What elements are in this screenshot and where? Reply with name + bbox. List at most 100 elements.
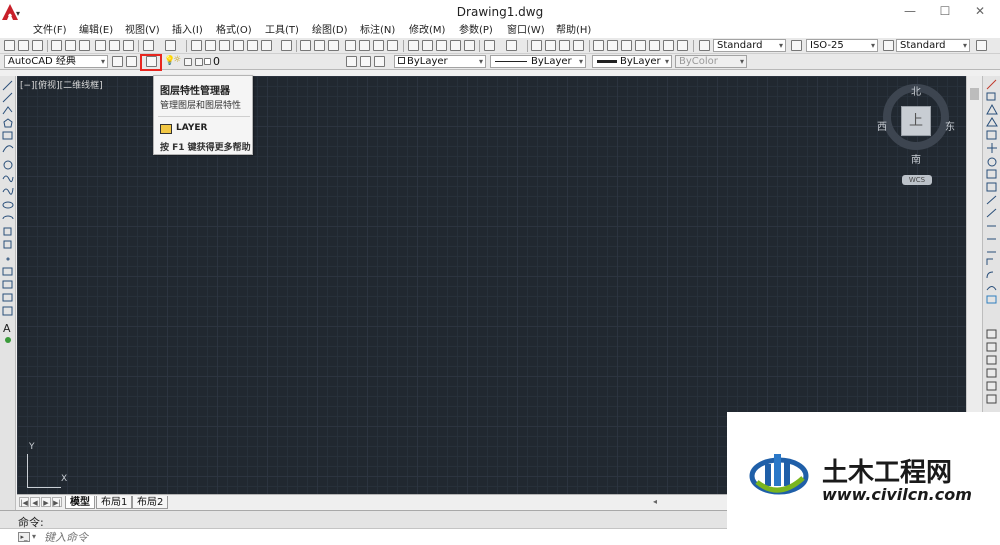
paste-icon[interactable]: [123, 40, 134, 51]
workspace-select[interactable]: AutoCAD 经典 ▾: [4, 55, 108, 68]
lineweight-select[interactable]: ByLayer ▾: [592, 55, 672, 68]
undo-icon[interactable]: [484, 40, 495, 51]
text-style-select[interactable]: Standard ▾: [713, 39, 786, 52]
make-current-layer-icon[interactable]: [346, 56, 357, 67]
menu-format[interactable]: 格式(O): [216, 24, 252, 38]
zoom-icon[interactable]: [205, 40, 216, 51]
menu-parametric[interactable]: 参数(P): [459, 24, 493, 38]
dim-style-select[interactable]: ISO-25 ▾: [806, 39, 878, 52]
tab-layout2[interactable]: 布局2: [132, 496, 169, 509]
paste-icon[interactable]: [436, 40, 447, 51]
match-properties-icon[interactable]: [450, 40, 461, 51]
close-button[interactable]: ✕: [965, 2, 995, 20]
my-workspace-icon[interactable]: [126, 56, 137, 67]
polygon-icon: [3, 118, 13, 128]
menu-edit[interactable]: 编辑(E): [79, 24, 113, 38]
menu-modify[interactable]: 修改(M): [409, 24, 445, 38]
open-icon[interactable]: [314, 40, 325, 51]
tab-model[interactable]: 模型: [65, 496, 95, 509]
compass-west[interactable]: 西: [877, 118, 887, 133]
menu-draw[interactable]: 绘图(D): [312, 24, 348, 38]
menu-file[interactable]: 文件(F): [33, 24, 67, 38]
calculator-icon[interactable]: [663, 40, 674, 51]
zoom-previous-icon[interactable]: [573, 40, 584, 51]
table-style-select[interactable]: Standard ▾: [896, 39, 970, 52]
compass-east[interactable]: 东: [945, 118, 955, 133]
lock-icon[interactable]: [195, 58, 203, 66]
tool-palettes-icon[interactable]: [621, 40, 632, 51]
chevron-down-icon[interactable]: ▾: [32, 532, 36, 541]
sheet-set-icon[interactable]: [261, 40, 272, 51]
workspace-value: AutoCAD 经典: [8, 56, 76, 67]
linetype-select[interactable]: ByLayer ▾: [490, 55, 586, 68]
open-icon[interactable]: [18, 40, 29, 51]
menu-window[interactable]: 窗口(W): [507, 24, 545, 38]
compass-north[interactable]: 北: [911, 83, 921, 98]
preview-icon[interactable]: [65, 40, 76, 51]
cut-icon[interactable]: [408, 40, 419, 51]
scroll-left-icon[interactable]: ◂: [653, 497, 657, 506]
block-editor-icon[interactable]: [464, 40, 475, 51]
preview-icon[interactable]: [359, 40, 370, 51]
save-icon[interactable]: [328, 40, 339, 51]
ucs-y-label: Y: [29, 442, 35, 452]
pan-icon[interactable]: [531, 40, 542, 51]
menu-view[interactable]: 视图(V): [125, 24, 160, 38]
undo-icon[interactable]: [143, 40, 154, 51]
layer-previous-icon[interactable]: [360, 56, 371, 67]
sheet-set-icon[interactable]: [635, 40, 646, 51]
pan-icon[interactable]: [191, 40, 202, 51]
menu-tools[interactable]: 工具(T): [265, 24, 299, 38]
layer-state-icon[interactable]: [374, 56, 385, 67]
help-icon[interactable]: [281, 40, 292, 51]
markup-icon[interactable]: [649, 40, 660, 51]
vertical-scroll-thumb[interactable]: [970, 88, 979, 100]
new-icon[interactable]: [300, 40, 311, 51]
menu-help[interactable]: 帮助(H): [556, 24, 591, 38]
command-input[interactable]: [44, 531, 644, 544]
3d-dwf-icon[interactable]: [387, 40, 398, 51]
help-icon[interactable]: [677, 40, 688, 51]
next-tab-icon[interactable]: ▶: [41, 497, 51, 507]
viewport-freeze-icon[interactable]: [184, 58, 192, 66]
compass-south[interactable]: 南: [911, 151, 921, 166]
plot-icon[interactable]: [51, 40, 62, 51]
design-center-icon[interactable]: [607, 40, 618, 51]
copy-icon[interactable]: [422, 40, 433, 51]
maximize-button[interactable]: ☐: [930, 2, 960, 20]
workspace-settings-icon[interactable]: [112, 56, 123, 67]
publish-icon[interactable]: [79, 40, 90, 51]
save-icon[interactable]: [32, 40, 43, 51]
zoom-realtime-icon[interactable]: [545, 40, 556, 51]
properties-icon[interactable]: [593, 40, 604, 51]
viewport-controls-label[interactable]: [−][俯视][二维线框]: [20, 78, 103, 91]
previous-tab-icon[interactable]: ◀: [30, 497, 40, 507]
cut-icon[interactable]: [95, 40, 106, 51]
menu-insert[interactable]: 插入(I): [172, 24, 203, 38]
first-tab-icon[interactable]: |◀: [19, 497, 29, 507]
copy-icon[interactable]: [109, 40, 120, 51]
plot-icon[interactable]: [345, 40, 356, 51]
wcs-menu[interactable]: WCS: [902, 175, 932, 185]
zoom-window-icon[interactable]: [559, 40, 570, 51]
tool-palettes-icon[interactable]: [247, 40, 258, 51]
current-layer-name[interactable]: 0: [213, 55, 220, 68]
layer-color-swatch: [204, 58, 211, 65]
color-select[interactable]: ByLayer ▾: [394, 55, 486, 68]
chevron-down-icon: ▾: [664, 57, 669, 66]
color-value: ByLayer: [407, 56, 448, 67]
redo-icon[interactable]: [165, 40, 176, 51]
last-tab-icon[interactable]: ▶|: [52, 497, 62, 507]
new-icon[interactable]: [4, 40, 15, 51]
publish-icon[interactable]: [373, 40, 384, 51]
multileader-style-icon[interactable]: [976, 40, 987, 51]
tab-layout1[interactable]: 布局1: [96, 496, 133, 509]
command-prompt-icon[interactable]: ▸_: [18, 532, 30, 542]
menu-dimension[interactable]: 标注(N): [360, 24, 395, 38]
viewcube-top-face[interactable]: 上: [901, 106, 931, 136]
minimize-button[interactable]: —: [895, 2, 925, 20]
sun-icon[interactable]: ☼: [173, 55, 181, 65]
redo-icon[interactable]: [506, 40, 517, 51]
properties-icon[interactable]: [219, 40, 230, 51]
design-center-icon[interactable]: [233, 40, 244, 51]
